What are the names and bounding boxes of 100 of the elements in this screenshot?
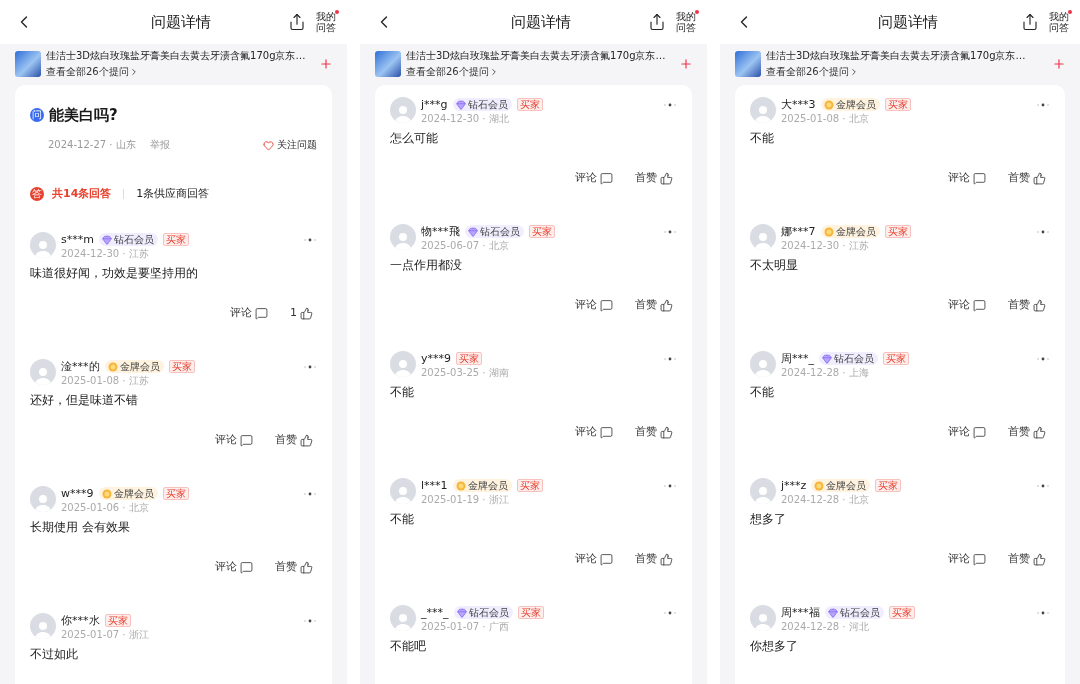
comment-button[interactable]: 评论 [575,550,613,568]
like-button[interactable]: 1 [290,304,313,322]
answer-text: 不能吧 [390,638,427,655]
buyer-tag: 买家 [517,606,544,619]
thumbs-up-icon [660,425,673,439]
answer-tab[interactable]: 共14条回答 [52,184,112,204]
user-name: 周***_ [781,351,814,366]
comment-button[interactable]: 评论 [230,304,268,322]
answer-text: 味道很好闻，功效是要坚持用的 [30,265,199,282]
all-questions-link[interactable]: 查看全部26个提问 [46,65,314,78]
buyer-tag: 买家 [884,225,911,238]
answer-date-location: 2024-12-30 · 江苏 [61,247,150,260]
thumbs-up-icon [1033,552,1046,566]
comment-button[interactable]: 评论 [948,296,986,314]
product-thumbnail[interactable] [375,50,401,77]
diamond-icon [456,607,467,618]
member-badge: 金牌会员 [98,487,158,500]
member-badge: 钻石会员 [819,352,878,365]
answer-text: 不能 [750,384,775,401]
thumbs-up-icon [300,560,313,574]
comment-button[interactable]: 评论 [575,169,613,187]
follow-button[interactable]: 关注问题 [263,138,317,152]
product-thumbnail[interactable] [735,50,761,77]
like-button[interactable]: 首赞 [635,550,673,568]
comment-icon [600,298,613,312]
answer-icon: 答 [30,187,44,201]
like-button[interactable]: 首赞 [1008,423,1046,441]
like-button[interactable]: 首赞 [275,431,313,449]
answer-date-location: 2024-12-30 · 江苏 [781,239,870,252]
thumbs-up-icon [1033,171,1046,185]
member-badge: 钻石会员 [452,98,512,111]
like-button[interactable]: 首赞 [275,558,313,576]
share-icon[interactable] [288,13,306,31]
comment-button[interactable]: 评论 [215,431,253,449]
diamond-icon [827,607,838,618]
member-badge: 钻石会员 [464,225,524,238]
product-title[interactable]: 佳洁士3D炫白玫瑰盐牙膏美白去黄去牙渍含氟170g京东… [46,49,314,63]
like-button[interactable]: 首赞 [635,169,673,187]
comment-icon [973,552,986,566]
answer-date-location: 2025-01-08 · 北京 [781,112,870,125]
user-name: l***1 [421,479,448,492]
comment-button[interactable]: 评论 [575,423,613,441]
share-icon[interactable] [1021,13,1039,31]
my-qa-button[interactable]: 我的问答 [1049,11,1070,33]
user-name: j***g [421,98,448,111]
thumbs-up-icon [1033,425,1046,439]
medal-icon [823,226,834,237]
answer-text: 不能 [750,130,775,147]
comment-icon [600,552,613,566]
like-button[interactable]: 首赞 [1008,550,1046,568]
answer-date-location: 2025-01-06 · 北京 [61,501,150,514]
thumbs-up-icon [300,306,313,320]
answer-text: 不过如此 [30,646,79,663]
member-badge: 金牌会员 [811,479,871,492]
like-button[interactable]: 首赞 [1008,169,1046,187]
all-questions-link[interactable]: 查看全部26个提问 [406,65,674,78]
buyer-tag: 买家 [162,233,189,246]
answer-date-location: 2025-03-25 · 湖南 [421,366,510,379]
share-icon[interactable] [648,13,666,31]
like-button[interactable]: 首赞 [635,296,673,314]
like-button[interactable]: 首赞 [635,423,673,441]
answer-date-location: 2024-12-28 · 河北 [781,620,870,633]
comment-button[interactable]: 评论 [575,296,613,314]
member-badge: 钻石会员 [824,606,884,619]
my-qa-button[interactable]: 我的问答 [316,11,337,33]
member-badge: 金牌会员 [104,360,164,373]
member-badge: 钻石会员 [453,606,513,619]
answer-tab[interactable]: 1条供应商回答 [136,184,210,204]
comment-button[interactable]: 评论 [948,550,986,568]
question-date-location: 2024-12-27 · 山东 [48,138,136,152]
product-thumbnail[interactable] [15,50,41,77]
member-badge: 金牌会员 [452,479,512,492]
comment-button[interactable]: 评论 [215,558,253,576]
answer-text: 长期使用 会有效果 [30,519,131,536]
medal-icon [101,488,112,499]
user-name: 淦***的 [61,359,100,374]
buyer-tag: 买家 [528,225,555,238]
page-title: 问题详情 [510,12,572,32]
all-questions-link[interactable]: 查看全部26个提问 [766,65,1047,78]
diamond-icon [455,99,466,110]
user-name: 你***水 [61,613,100,628]
product-title[interactable]: 佳洁士3D炫白玫瑰盐牙膏美白去黄去牙渍含氟170g京东… [766,49,1047,63]
comment-button[interactable]: 评论 [948,169,986,187]
buyer-tag: 买家 [888,606,915,619]
buyer-tag: 买家 [104,614,131,627]
my-qa-button[interactable]: 我的问答 [676,11,697,33]
buyer-tag: 买家 [456,352,482,365]
buyer-tag: 买家 [162,487,189,500]
thumbs-up-icon [660,298,673,312]
comment-button[interactable]: 评论 [948,423,986,441]
like-button[interactable]: 首赞 [1008,296,1046,314]
product-title[interactable]: 佳洁士3D炫白玫瑰盐牙膏美白去黄去牙渍含氟170g京东… [406,49,674,63]
answer-text: 不能 [390,511,415,528]
buyer-tag: 买家 [883,352,909,365]
comment-icon [240,433,253,447]
thumbs-up-icon [660,552,673,566]
comment-icon [600,425,613,439]
medal-icon [455,480,466,491]
member-badge: 金牌会员 [820,98,880,111]
answer-text: 怎么可能 [390,130,439,147]
